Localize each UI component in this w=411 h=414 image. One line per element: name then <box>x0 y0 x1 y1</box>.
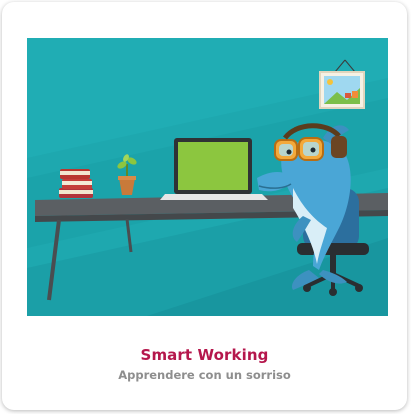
laptop-icon <box>160 138 268 200</box>
page: Smart Working Apprendere con un sorriso <box>0 0 411 414</box>
stacked-books-icon <box>59 169 93 198</box>
card-subtitle: Apprendere con un sorriso <box>118 368 291 382</box>
card-title: Smart Working <box>140 346 269 364</box>
course-card[interactable]: Smart Working Apprendere con un sorriso <box>2 2 407 410</box>
smart-working-illustration <box>27 38 388 316</box>
